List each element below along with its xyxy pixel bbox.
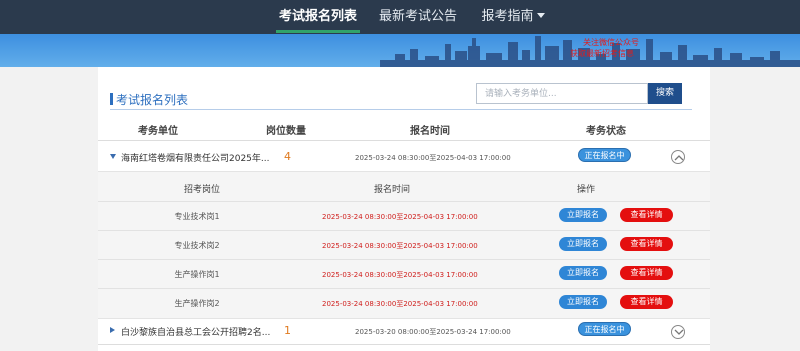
nav-exam-guide-label: 报考指南: [481, 9, 534, 24]
banner-wechat-follow-text: 关注微信公众号: [583, 38, 639, 47]
view-details-button[interactable]: 查看详情: [620, 295, 673, 309]
top-navigation: 考试报名列表 最新考试公告 报考指南: [0, 0, 800, 34]
status-badge: 正在报名中: [578, 148, 631, 162]
table-row-time: 2025-03-24 08:30:00至2025-04-03 17:00:00: [355, 154, 511, 162]
subtable-row-post: 专业技术岗1: [174, 212, 220, 221]
nav-exam-registration-list[interactable]: 考试报名列表: [276, 0, 360, 34]
subtable-row-post: 生产操作岗1: [174, 270, 220, 279]
column-header-status: 考务状态: [586, 126, 626, 137]
search-input[interactable]: [476, 83, 648, 104]
apply-button[interactable]: 立即报名: [559, 237, 607, 251]
subtable-divider: [98, 259, 710, 260]
nav-exam-guide[interactable]: 报考指南: [478, 0, 548, 34]
subtable-row-time: 2025-03-24 08:30:00至2025-04-03 17:00:00: [322, 271, 478, 279]
subtable-divider: [98, 201, 710, 202]
panel-title-marker: [110, 93, 113, 105]
chevron-up-circle-icon[interactable]: [671, 150, 685, 164]
table-row-count: 4: [284, 150, 291, 163]
table-row-count: 1: [284, 324, 291, 337]
column-header-time: 报名时间: [410, 126, 450, 137]
nav-latest-announcements[interactable]: 最新考试公告: [376, 0, 460, 34]
subtable-divider: [98, 288, 710, 289]
status-badge: 正在报名中: [578, 322, 631, 336]
banner-info-text: 获取最新招考信息: [570, 49, 634, 58]
subtable-row-time: 2025-03-24 08:30:00至2025-04-03 17:00:00: [322, 300, 478, 308]
chevron-down-circle-icon[interactable]: [671, 325, 685, 339]
banner: 关注微信公众号 获取最新招考信息: [0, 34, 800, 67]
row-divider: [98, 344, 710, 345]
search-button[interactable]: 搜索: [648, 83, 682, 104]
view-details-button[interactable]: 查看详情: [620, 208, 673, 222]
subtable-row-post: 生产操作岗2: [174, 299, 220, 308]
caret-down-icon: [536, 13, 545, 18]
table-row-time: 2025-03-20 08:00:00至2025-03-24 17:00:00: [355, 328, 511, 336]
triangle-right-icon[interactable]: [110, 327, 115, 333]
apply-button[interactable]: 立即报名: [559, 266, 607, 280]
view-details-button[interactable]: 查看详情: [620, 266, 673, 280]
table-row-unit[interactable]: 海南红塔卷烟有限责任公司2025年...: [121, 151, 270, 164]
city-skyline-image: [380, 36, 800, 67]
subtable-divider: [98, 230, 710, 231]
apply-button[interactable]: 立即报名: [559, 208, 607, 222]
subtable-header-action: 操作: [576, 185, 595, 195]
apply-button[interactable]: 立即报名: [559, 295, 607, 309]
header-divider: [98, 140, 710, 141]
subtable-header-post: 招考岗位: [183, 185, 220, 195]
triangle-down-icon[interactable]: [110, 154, 116, 159]
table-row-unit[interactable]: 白沙黎族自治县总工会公开招聘2名...: [121, 325, 270, 338]
page-title: 考试报名列表: [116, 93, 189, 107]
subtable-row-time: 2025-03-24 08:30:00至2025-04-03 17:00:00: [322, 242, 478, 250]
column-header-unit: 考务单位: [138, 126, 178, 137]
title-divider: [110, 109, 692, 110]
view-details-button[interactable]: 查看详情: [620, 237, 673, 251]
subtable-header-time: 报名时间: [373, 185, 410, 195]
nav-active-indicator: [276, 30, 360, 33]
column-header-count: 岗位数量: [266, 126, 306, 137]
subtable-row-time: 2025-03-24 08:30:00至2025-04-03 17:00:00: [322, 213, 478, 221]
subtable-row-post: 专业技术岗2: [174, 241, 220, 250]
